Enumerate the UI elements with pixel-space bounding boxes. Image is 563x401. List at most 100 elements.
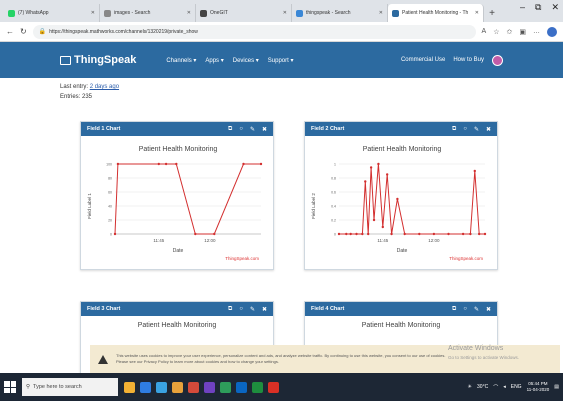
external-link-icon[interactable]: ⧉ (452, 126, 456, 133)
x-tick-label: 12:00 (204, 238, 216, 243)
browser-tab[interactable]: OneGIT ✕ (196, 4, 292, 22)
card-tools: ⧉ ○ ✎ ✖ (228, 306, 267, 313)
close-icon[interactable]: ✕ (91, 10, 95, 16)
data-point (396, 197, 399, 201)
data-point (473, 169, 476, 173)
external-link-icon[interactable]: ⧉ (228, 126, 232, 133)
taskbar-app-icon[interactable] (140, 381, 151, 393)
taskbar-search[interactable]: ⚲ Type here to search (22, 378, 118, 396)
comment-icon[interactable]: ○ (463, 306, 467, 313)
close-icon[interactable]: ✖ (486, 126, 491, 133)
menu-devices[interactable]: Devices ▾ (233, 57, 259, 64)
cookie-text: This website uses cookies to improve you… (116, 353, 446, 364)
menu-support[interactable]: Support ▾ (268, 57, 294, 64)
pencil-icon[interactable]: ✎ (474, 126, 479, 133)
browser-tab[interactable]: (7) WhatsApp ✕ (4, 4, 100, 22)
thingspeak-logo[interactable]: ThingSpeak (60, 54, 136, 66)
commercial-use-link[interactable]: Commercial Use (401, 57, 445, 63)
taskbar-app-icon[interactable] (172, 381, 183, 393)
close-icon[interactable]: ✕ (475, 10, 479, 16)
browser-tab-active[interactable]: Patient Health Monitoring - Th ✕ (388, 4, 484, 22)
close-icon[interactable]: ✖ (486, 306, 491, 313)
browser-tab[interactable]: thingspeak - Search ✕ (292, 4, 388, 22)
y-axis-label: Field Label 2 (311, 193, 316, 219)
external-link-icon[interactable]: ⧉ (452, 306, 456, 313)
toolbar-icons: A ☆ ✩ ▣ … (482, 26, 557, 37)
comment-icon[interactable]: ○ (239, 126, 243, 133)
y-tick-label: 60 (108, 191, 112, 195)
taskbar-app-icon[interactable] (268, 381, 279, 393)
windows-start-icon[interactable] (4, 381, 16, 393)
data-point (369, 166, 373, 169)
language-indicator[interactable]: ENG (511, 384, 522, 390)
clock[interactable]: 05:44 PM 11-04-2020 (527, 381, 550, 393)
pencil-icon[interactable]: ✎ (250, 126, 255, 133)
network-icon[interactable]: ⌒ (493, 384, 498, 391)
more-icon[interactable]: … (533, 28, 540, 35)
windows-taskbar: ⚲ Type here to search ☀ 30°C ⌒ ◂ ENG 05:… (0, 373, 563, 401)
minimize-button[interactable]: – (520, 2, 525, 13)
tab-label: OneGIT (210, 10, 228, 16)
activate-windows-watermark: Activate Windows Go to Settings to activ… (448, 344, 519, 362)
y-tick-label: 0.2 (331, 219, 336, 223)
tab-label: thingspeak - Search (306, 10, 351, 16)
how-to-buy-link[interactable]: How to Buy (453, 57, 484, 63)
user-avatar[interactable] (492, 54, 503, 66)
taskbar-app-icon[interactable] (252, 381, 263, 393)
y-tick-label: 0 (110, 233, 112, 237)
menu-apps[interactable]: Apps ▾ (205, 57, 223, 64)
taskbar-app-icon[interactable] (156, 381, 167, 393)
data-point (113, 232, 117, 236)
data-point (385, 173, 389, 176)
close-icon[interactable]: ✖ (262, 126, 267, 133)
data-point (461, 232, 465, 236)
data-point (377, 162, 380, 166)
volume-icon[interactable]: ◂ (503, 384, 506, 390)
notifications-icon[interactable]: ▤ (554, 384, 559, 390)
weather-text: 30°C (477, 384, 489, 390)
close-icon[interactable]: ✕ (187, 10, 191, 16)
taskbar-app-icon[interactable] (188, 381, 199, 393)
series-line (339, 163, 485, 235)
maximize-button[interactable]: ⧉ (535, 2, 541, 13)
favorite-star-icon[interactable]: ☆ (493, 28, 499, 36)
taskbar-app-icon[interactable] (220, 381, 231, 393)
comment-icon[interactable]: ○ (239, 306, 243, 313)
comment-icon[interactable]: ○ (463, 126, 467, 133)
browser-tab[interactable]: images - Search ✕ (100, 4, 196, 22)
thingspeak-credit: ThingSpeak.com (225, 256, 259, 261)
close-icon[interactable]: ✕ (283, 10, 287, 16)
url-text: https://thingspeak.mathworks.com/channel… (49, 28, 198, 35)
system-tray: ☀ 30°C ⌒ ◂ ENG 05:44 PM 11-04-2020 ▤ (468, 381, 559, 393)
chart-title: Patient Health Monitoring (361, 322, 441, 329)
new-tab-button[interactable]: + (484, 4, 500, 22)
tab-label: Patient Health Monitoring - Th (402, 10, 469, 16)
extension-icon[interactable]: ▣ (519, 28, 526, 36)
taskbar-app-icon[interactable] (124, 381, 135, 393)
pencil-icon[interactable]: ✎ (474, 306, 479, 313)
thingspeak-navbar: ThingSpeak Channels ▾ Apps ▾ Devices ▾ S… (0, 42, 563, 78)
url-field[interactable]: 🔒 https://thingspeak.mathworks.com/chann… (32, 24, 476, 39)
bing-icon (104, 9, 111, 17)
last-entry-label: Last entry: (60, 84, 89, 90)
y-tick-label: 0.8 (331, 177, 336, 181)
close-window-button[interactable]: ✕ (551, 2, 559, 13)
refresh-icon[interactable]: ↻ (20, 27, 27, 36)
close-icon[interactable]: ✖ (262, 306, 267, 313)
pencil-icon[interactable]: ✎ (250, 306, 255, 313)
taskbar-app-icon[interactable] (204, 381, 215, 393)
window-controls: – ⧉ ✕ (520, 2, 559, 13)
card-title: Field 1 Chart (87, 126, 121, 132)
profile-avatar[interactable] (547, 26, 557, 37)
back-arrow-icon[interactable]: ← (6, 27, 14, 36)
y-tick-label: 40 (108, 205, 112, 209)
external-link-icon[interactable]: ⧉ (228, 306, 232, 313)
taskbar-app-icon[interactable] (236, 381, 247, 393)
read-aloud-icon[interactable]: A (482, 28, 487, 35)
data-point (381, 225, 384, 229)
close-icon[interactable]: ✕ (379, 10, 383, 16)
favorites-icon[interactable]: ✩ (507, 28, 513, 36)
date-text: 11-04-2020 (526, 387, 550, 392)
menu-channels[interactable]: Channels ▾ (166, 57, 196, 64)
card-header: Field 3 Chart ⧉ ○ ✎ ✖ (81, 302, 273, 316)
